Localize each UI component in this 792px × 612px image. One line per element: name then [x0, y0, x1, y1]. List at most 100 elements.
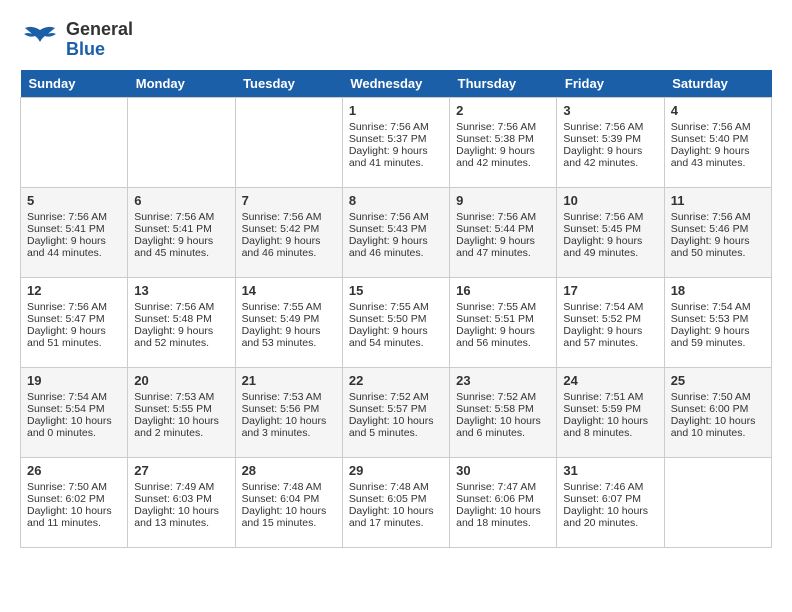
calendar-cell: 16 Sunrise: 7:55 AMSunset: 5:51 PMDayligh…: [450, 278, 557, 368]
day-number: 6: [134, 193, 228, 208]
logo-blue: Blue: [66, 40, 133, 60]
logo-general: General: [66, 20, 133, 40]
day-number: 4: [671, 103, 765, 118]
day-info: Sunrise: 7:50 AM: [27, 481, 121, 493]
weekday-header-sunday: Sunday: [21, 70, 128, 98]
day-info: Sunrise: 7:54 AM: [27, 391, 121, 403]
calendar-cell: 18Sunrise: 7:54 AMSunset: 5:53 PMDayligh…: [664, 278, 771, 368]
day-info: Sunset: 5:57 PM: [349, 403, 443, 415]
day-info: Sunset: 5:56 PM: [242, 403, 336, 415]
calendar-cell: 4Sunrise: 7:56 AMSunset: 5:40 PMDaylight…: [664, 98, 771, 188]
calendar-cell: 3Sunrise: 7:56 AMSunset: 5:39 PMDaylight…: [557, 98, 664, 188]
day-number: 12: [27, 283, 121, 298]
day-number: 13: [134, 283, 228, 298]
calendar-cell: 25Sunrise: 7:50 AMSunset: 6:00 PMDayligh…: [664, 368, 771, 458]
day-number: 30: [456, 463, 550, 478]
day-info: Sunset: 5:53 PM: [671, 313, 765, 325]
day-info: Daylight: 10 hours and 11 minutes.: [27, 505, 121, 529]
day-info: Daylight: 10 hours and 18 minutes.: [456, 505, 550, 529]
calendar-cell: 6Sunrise: 7:56 AMSunset: 5:41 PMDaylight…: [128, 188, 235, 278]
calendar-cell: 30Sunrise: 7:47 AMSunset: 6:06 PMDayligh…: [450, 458, 557, 548]
calendar-cell: [128, 98, 235, 188]
day-info: Sunset: 5:38 PM: [456, 133, 550, 145]
day-info: Sunrise: 7:54 AM: [563, 301, 657, 313]
day-info: Daylight: 9 hours and 42 minutes.: [563, 145, 657, 169]
day-info: Sunset: 5:46 PM: [671, 223, 765, 235]
day-info: Daylight: 10 hours and 15 minutes.: [242, 505, 336, 529]
day-info: Sunset: 5:51 PM: [456, 313, 550, 325]
day-number: 16: [456, 283, 550, 298]
weekday-header-wednesday: Wednesday: [342, 70, 449, 98]
day-info: Sunrise: 7:56 AM: [456, 211, 550, 223]
day-info: Sunset: 5:41 PM: [27, 223, 121, 235]
day-info: Daylight: 10 hours and 5 minutes.: [349, 415, 443, 439]
day-info: Sunset: 5:45 PM: [563, 223, 657, 235]
day-info: Sunrise: 7:48 AM: [349, 481, 443, 493]
calendar-cell: 12Sunrise: 7:56 AMSunset: 5:47 PMDayligh…: [21, 278, 128, 368]
calendar-cell: 2 Sunrise: 7:56 AMSunset: 5:38 PMDaylight…: [450, 98, 557, 188]
day-info: Daylight: 9 hours and 41 minutes.: [349, 145, 443, 169]
calendar-cell: 24Sunrise: 7:51 AMSunset: 5:59 PMDayligh…: [557, 368, 664, 458]
day-info: Sunrise: 7:56 AM: [134, 301, 228, 313]
logo: General Blue: [20, 20, 133, 60]
logo-bird-icon: [20, 20, 60, 60]
week-row-1: 1Sunrise: 7:56 AMSunset: 5:37 PMDaylight…: [21, 98, 772, 188]
day-info: Sunset: 5:41 PM: [134, 223, 228, 235]
day-number: 14: [242, 283, 336, 298]
weekday-header-tuesday: Tuesday: [235, 70, 342, 98]
day-number: 2: [456, 103, 550, 118]
day-info: Sunset: 5:59 PM: [563, 403, 657, 415]
weekday-header-row: SundayMondayTuesdayWednesdayThursdayFrid…: [21, 70, 772, 98]
day-number: 21: [242, 373, 336, 388]
day-info: Sunset: 5:44 PM: [456, 223, 550, 235]
day-info: Sunset: 6:07 PM: [563, 493, 657, 505]
day-info: Sunrise: 7:52 AM: [349, 391, 443, 403]
day-number: 28: [242, 463, 336, 478]
day-info: Daylight: 9 hours and 56 minutes.: [456, 325, 550, 349]
calendar-cell: 21Sunrise: 7:53 AMSunset: 5:56 PMDayligh…: [235, 368, 342, 458]
calendar-cell: 14Sunrise: 7:55 AMSunset: 5:49 PMDayligh…: [235, 278, 342, 368]
day-info: Daylight: 9 hours and 42 minutes.: [456, 145, 550, 169]
week-row-5: 26Sunrise: 7:50 AMSunset: 6:02 PMDayligh…: [21, 458, 772, 548]
day-info: Sunset: 5:55 PM: [134, 403, 228, 415]
day-number: 26: [27, 463, 121, 478]
day-info: Sunrise: 7:56 AM: [563, 121, 657, 133]
day-info: Daylight: 10 hours and 3 minutes.: [242, 415, 336, 439]
day-number: 22: [349, 373, 443, 388]
day-info: Sunrise: 7:56 AM: [456, 121, 550, 133]
calendar-cell: [235, 98, 342, 188]
day-number: 18: [671, 283, 765, 298]
day-info: Daylight: 10 hours and 13 minutes.: [134, 505, 228, 529]
calendar-cell: 22 Sunrise: 7:52 AMSunset: 5:57 PMDayligh…: [342, 368, 449, 458]
day-number: 23: [456, 373, 550, 388]
weekday-header-monday: Monday: [128, 70, 235, 98]
day-info: Daylight: 10 hours and 0 minutes.: [27, 415, 121, 439]
calendar-table: SundayMondayTuesdayWednesdayThursdayFrid…: [20, 70, 772, 548]
calendar-cell: 10Sunrise: 7:56 AMSunset: 5:45 PMDayligh…: [557, 188, 664, 278]
day-info: Sunset: 5:43 PM: [349, 223, 443, 235]
day-info: Sunrise: 7:56 AM: [563, 211, 657, 223]
day-number: 3: [563, 103, 657, 118]
day-info: Sunset: 6:00 PM: [671, 403, 765, 415]
day-info: Sunset: 6:06 PM: [456, 493, 550, 505]
day-info: Sunset: 5:37 PM: [349, 133, 443, 145]
day-info: Daylight: 9 hours and 45 minutes.: [134, 235, 228, 259]
calendar-cell: 28Sunrise: 7:48 AMSunset: 6:04 PMDayligh…: [235, 458, 342, 548]
day-info: Sunset: 6:03 PM: [134, 493, 228, 505]
week-row-3: 12Sunrise: 7:56 AMSunset: 5:47 PMDayligh…: [21, 278, 772, 368]
week-row-4: 19Sunrise: 7:54 AMSunset: 5:54 PMDayligh…: [21, 368, 772, 458]
day-info: Sunrise: 7:51 AM: [563, 391, 657, 403]
day-info: Daylight: 9 hours and 50 minutes.: [671, 235, 765, 259]
day-info: Sunset: 5:52 PM: [563, 313, 657, 325]
logo-text: General Blue: [66, 20, 133, 60]
weekday-header-thursday: Thursday: [450, 70, 557, 98]
day-info: Sunrise: 7:55 AM: [456, 301, 550, 313]
day-number: 7: [242, 193, 336, 208]
day-number: 25: [671, 373, 765, 388]
day-info: Sunset: 5:40 PM: [671, 133, 765, 145]
day-info: Sunset: 6:02 PM: [27, 493, 121, 505]
day-number: 31: [563, 463, 657, 478]
day-info: Daylight: 10 hours and 17 minutes.: [349, 505, 443, 529]
day-info: Daylight: 9 hours and 47 minutes.: [456, 235, 550, 259]
day-info: Sunrise: 7:48 AM: [242, 481, 336, 493]
